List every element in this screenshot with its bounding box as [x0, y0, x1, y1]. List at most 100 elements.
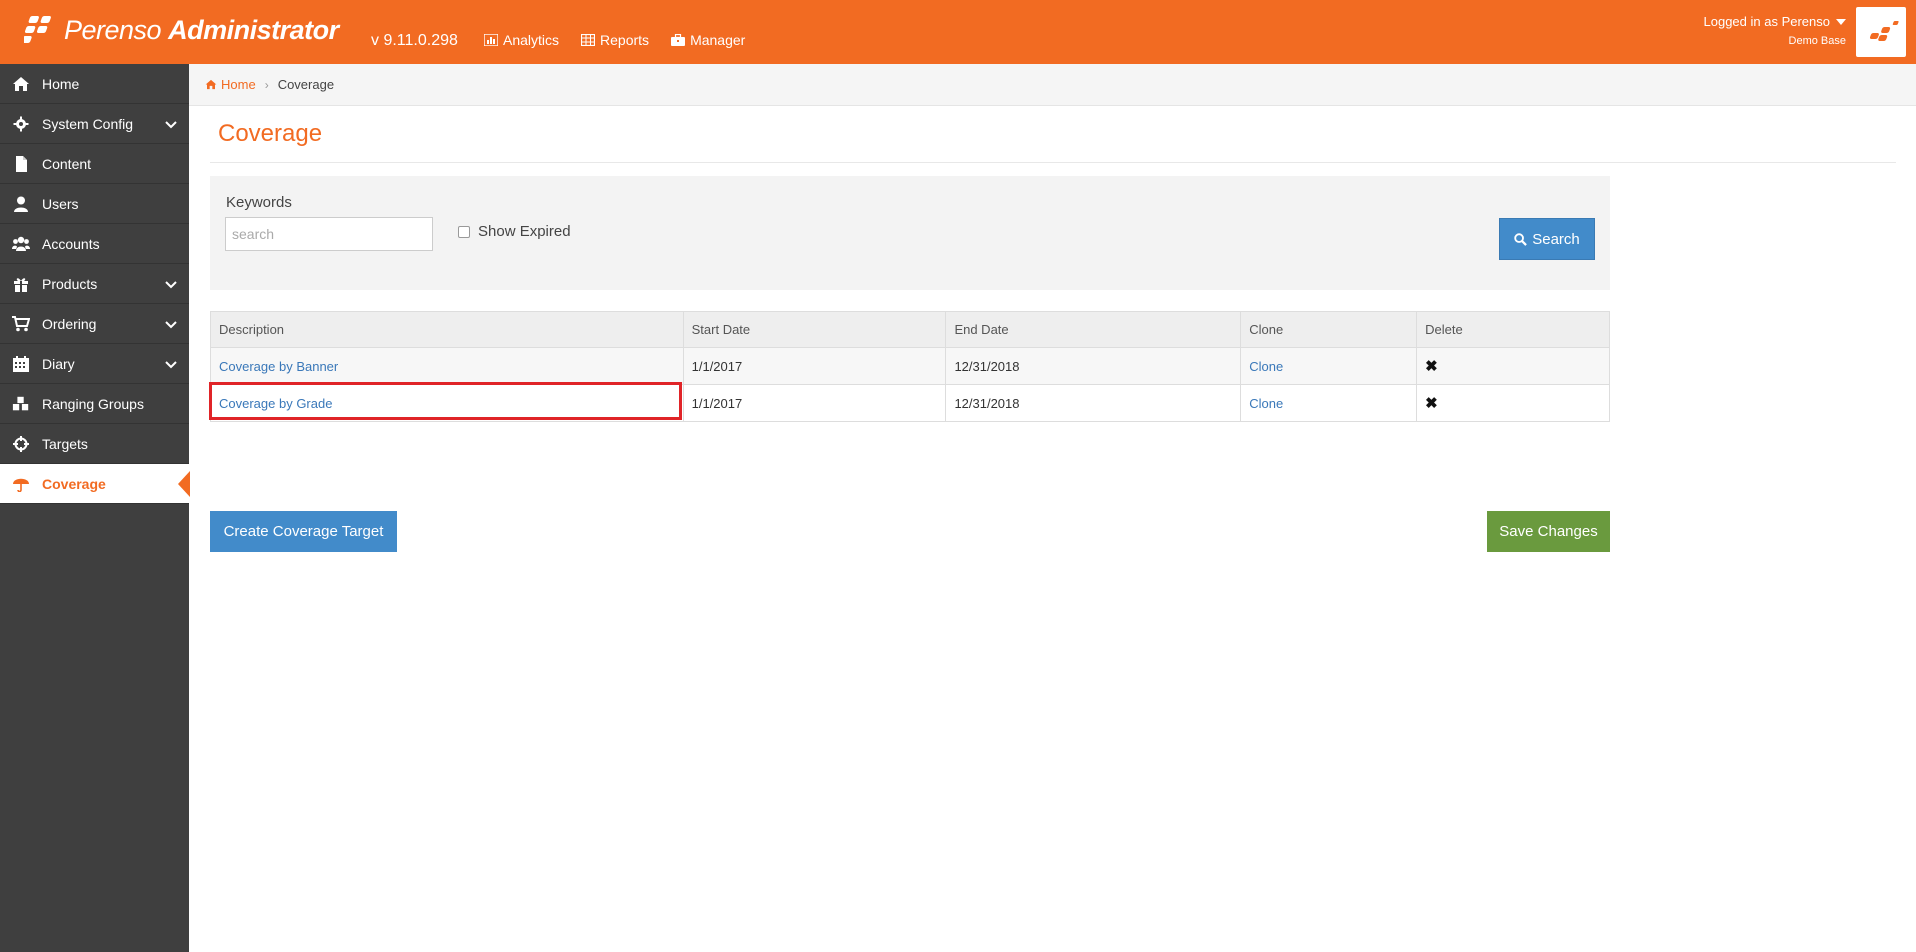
- nav-manager-label: Manager: [690, 32, 746, 48]
- sidebar-item-label: Products: [42, 275, 98, 292]
- breadcrumb: Home › Coverage: [189, 64, 1916, 106]
- column-header-start-date[interactable]: Start Date: [682, 311, 947, 348]
- show-expired-label: Show Expired: [478, 223, 571, 240]
- account-name: Demo Base: [1788, 35, 1846, 47]
- nav-reports-label: Reports: [600, 32, 650, 48]
- cell-clone: Clone: [1240, 384, 1418, 422]
- version-label: v 9.11.0.298: [371, 32, 458, 49]
- breadcrumb-home[interactable]: Home: [205, 77, 256, 92]
- gift-icon: [14, 278, 28, 292]
- chevron-down-icon: [165, 121, 177, 129]
- sidebar-item-system-config[interactable]: System Config: [0, 104, 189, 144]
- highlight-box: [209, 382, 682, 420]
- sidebar-item-label: Home: [42, 75, 80, 92]
- nav-reports[interactable]: Reports: [581, 32, 649, 48]
- cell-description: Coverage by Banner: [210, 347, 684, 385]
- top-bar: Perenso Administrator v 9.11.0.298 Analy…: [0, 0, 1916, 64]
- sidebar-item-accounts[interactable]: Accounts: [0, 224, 189, 264]
- show-expired-option[interactable]: Show Expired: [458, 223, 571, 240]
- column-header-clone: Clone: [1240, 311, 1418, 348]
- nav-analytics[interactable]: Analytics: [484, 32, 559, 48]
- sidebar-item-users[interactable]: Users: [0, 184, 189, 224]
- clone-link[interactable]: Clone: [1249, 359, 1283, 374]
- sidebar: Home System Config Content Users Account…: [0, 64, 190, 952]
- gear-icon: [13, 116, 29, 132]
- avatar[interactable]: [1856, 7, 1906, 57]
- briefcase-icon: [671, 34, 686, 46]
- search-input[interactable]: [225, 217, 433, 251]
- column-header-delete: Delete: [1416, 311, 1610, 348]
- brand[interactable]: Perenso Administrator: [24, 12, 339, 48]
- table-header-row: Description Start Date End Date Clone De…: [210, 311, 1610, 348]
- umbrella-icon: [13, 478, 29, 492]
- brand-name: Perenso Administrator: [64, 15, 339, 46]
- table-row: Coverage by Banner 1/1/2017 12/31/2018 C…: [210, 347, 1610, 385]
- sidebar-item-targets[interactable]: Targets: [0, 424, 189, 464]
- description-link[interactable]: Coverage by Banner: [219, 359, 338, 374]
- chevron-down-icon: [165, 361, 177, 369]
- sidebar-item-ranging-groups[interactable]: Ranging Groups: [0, 384, 189, 424]
- sidebar-item-ordering[interactable]: Ordering: [0, 304, 189, 344]
- caret-down-icon: [1836, 18, 1846, 25]
- home-icon: [13, 77, 29, 91]
- sidebar-item-label: Ordering: [42, 315, 97, 332]
- column-header-description[interactable]: Description: [210, 311, 684, 348]
- sidebar-item-label: Coverage: [42, 475, 106, 492]
- cart-icon: [12, 316, 30, 332]
- sidebar-item-label: Targets: [42, 435, 88, 452]
- breadcrumb-separator-icon: ›: [264, 77, 269, 92]
- sidebar-item-coverage[interactable]: Coverage: [0, 464, 190, 504]
- search-button-label: Search: [1532, 230, 1580, 248]
- cell-delete: ✖: [1416, 347, 1610, 385]
- sidebar-item-home[interactable]: Home: [0, 64, 189, 104]
- sidebar-item-content[interactable]: Content: [0, 144, 189, 184]
- cubes-icon: [12, 396, 29, 411]
- create-coverage-target-button[interactable]: Create Coverage Target: [210, 511, 397, 552]
- cell-start-date: 1/1/2017: [682, 384, 947, 422]
- top-nav: Analytics Reports Manager: [484, 32, 745, 48]
- sidebar-item-products[interactable]: Products: [0, 264, 189, 304]
- sidebar-item-diary[interactable]: Diary: [0, 344, 189, 384]
- delete-icon[interactable]: ✖: [1425, 395, 1438, 412]
- brand-name-bold: Administrator: [168, 14, 339, 45]
- bar-chart-icon: [484, 34, 498, 46]
- sidebar-item-label: Users: [42, 195, 79, 212]
- column-header-end-date[interactable]: End Date: [945, 311, 1242, 348]
- search-icon: [1514, 232, 1528, 246]
- document-icon: [16, 156, 27, 172]
- chevron-down-icon: [165, 281, 177, 289]
- show-expired-checkbox[interactable]: [458, 225, 470, 238]
- nav-analytics-label: Analytics: [503, 32, 560, 48]
- cell-end-date: 12/31/2018: [945, 384, 1242, 422]
- table-icon: [581, 34, 596, 46]
- users-icon: [12, 236, 30, 251]
- login-text: Logged in as Perenso: [1703, 14, 1830, 29]
- cell-delete: ✖: [1416, 384, 1610, 422]
- crosshairs-icon: [13, 436, 29, 452]
- calendar-icon: [13, 356, 29, 372]
- sidebar-item-label: Diary: [42, 355, 75, 372]
- user-menu[interactable]: Logged in as Perenso Demo Base: [1704, 14, 1846, 47]
- sidebar-item-label: Content: [42, 155, 92, 172]
- company-logo-icon: [1869, 21, 1899, 41]
- brand-name-light: Perenso: [64, 14, 162, 45]
- keywords-label: Keywords: [226, 194, 292, 211]
- delete-icon[interactable]: ✖: [1425, 358, 1438, 375]
- nav-manager[interactable]: Manager: [671, 32, 745, 48]
- sidebar-item-label: Ranging Groups: [42, 395, 144, 412]
- search-button[interactable]: Search: [1499, 218, 1595, 260]
- breadcrumb-home-label: Home: [221, 77, 256, 92]
- cell-clone: Clone: [1240, 347, 1418, 385]
- sidebar-item-label: System Config: [42, 115, 134, 132]
- cell-end-date: 12/31/2018: [945, 347, 1242, 385]
- page-title: Coverage: [218, 120, 323, 147]
- sidebar-item-label: Accounts: [42, 235, 100, 252]
- perenso-logo-icon: [24, 16, 51, 43]
- user-icon: [14, 196, 28, 212]
- home-icon: [205, 79, 217, 90]
- breadcrumb-current: Coverage: [277, 77, 335, 92]
- chevron-down-icon: [165, 321, 177, 329]
- cell-start-date: 1/1/2017: [682, 347, 947, 385]
- save-changes-button[interactable]: Save Changes: [1487, 511, 1610, 552]
- clone-link[interactable]: Clone: [1249, 396, 1283, 411]
